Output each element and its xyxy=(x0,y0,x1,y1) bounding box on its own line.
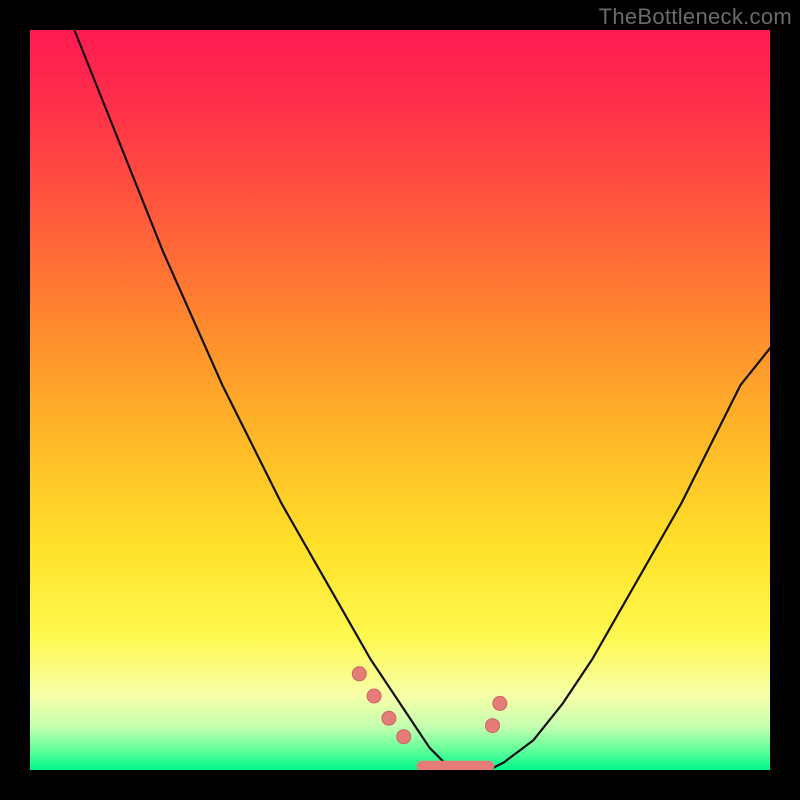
chart-frame: TheBottleneck.com xyxy=(0,0,800,800)
bottleneck-curve-svg xyxy=(30,30,770,770)
curve-marker xyxy=(493,696,507,710)
plot-area xyxy=(30,30,770,770)
curve-marker xyxy=(397,730,411,744)
curve-marker xyxy=(352,667,366,681)
bottleneck-curve-path xyxy=(74,30,770,770)
curve-marker xyxy=(382,711,396,725)
curve-marker xyxy=(367,689,381,703)
watermark-text: TheBottleneck.com xyxy=(599,4,792,30)
curve-marker xyxy=(486,719,500,733)
